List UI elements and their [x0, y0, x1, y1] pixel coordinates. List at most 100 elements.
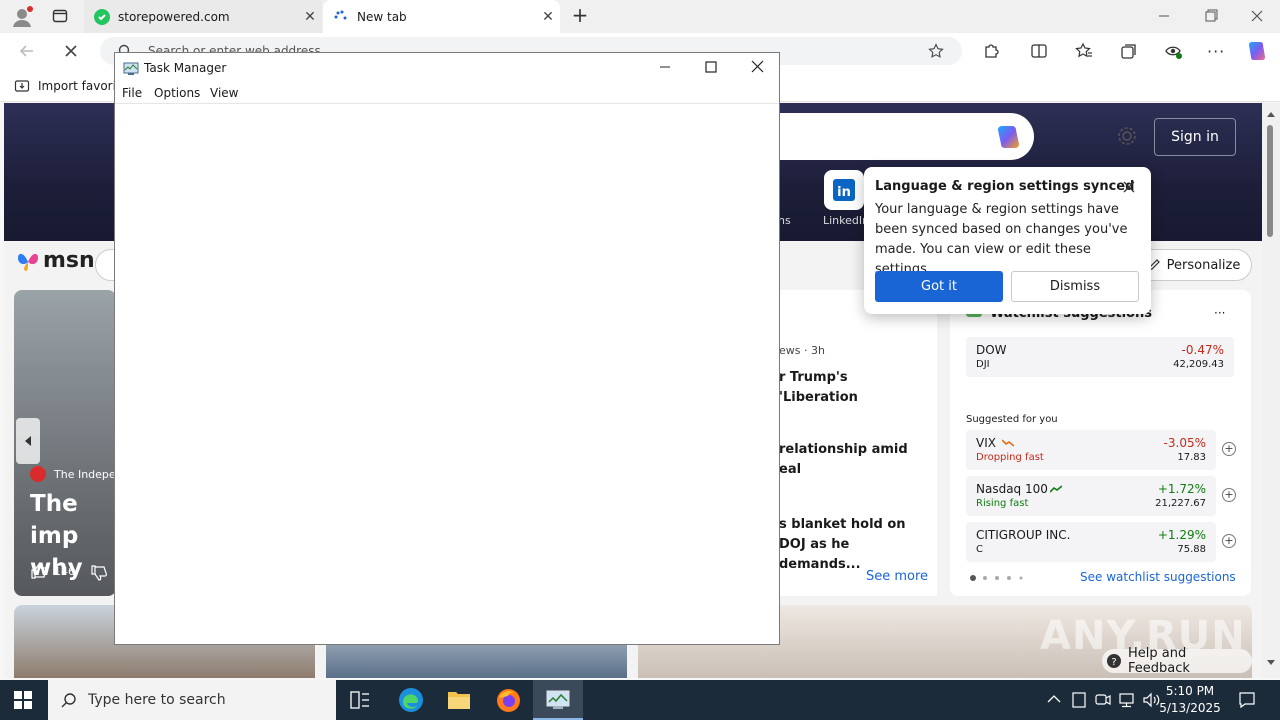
meet-now-icon[interactable] [1095, 692, 1111, 708]
news-source: The Indepe [54, 468, 116, 481]
start-button[interactable] [14, 691, 32, 709]
stock-price: 42,209.43 [1173, 359, 1224, 370]
tab-close-icon[interactable]: ✕ [536, 9, 560, 25]
tm-close-button[interactable] [745, 59, 771, 75]
menu-view[interactable]: View [210, 86, 238, 100]
tablet-icon[interactable] [1072, 692, 1086, 708]
import-favorites-link[interactable]: Import favorite [14, 78, 128, 94]
collections-icon[interactable] [1120, 42, 1138, 60]
menu-divider [115, 103, 779, 104]
notifications-icon[interactable] [1238, 691, 1256, 709]
system-clock[interactable]: 5:10 PM 5/13/2025 [1155, 683, 1225, 717]
got-it-button[interactable]: Got it [875, 271, 1003, 302]
help-feedback-button[interactable]: ? Help and Feedback [1102, 646, 1252, 676]
personalize-label: Personalize [1166, 257, 1241, 273]
browser-essentials-icon[interactable] [1164, 42, 1182, 60]
stock-price: 17.83 [1177, 452, 1206, 463]
suggested-label: Suggested for you [966, 414, 1058, 425]
news-item-1[interactable]: r Trump's 'Liberation [779, 368, 929, 408]
linkedin-icon[interactable]: in [824, 170, 864, 210]
news-item-3[interactable]: s blanket hold on DOJ as he demands... [779, 515, 929, 575]
favorite-star-icon[interactable] [928, 43, 944, 59]
window-minimize-button[interactable] [1150, 8, 1178, 24]
add-to-watchlist-button[interactable]: + [1222, 442, 1236, 456]
network-icon[interactable] [1118, 692, 1136, 708]
clock-date: 5/13/2025 [1159, 701, 1221, 715]
watchlist-more-button[interactable]: ··· [1214, 306, 1225, 320]
tm-maximize-button[interactable] [699, 59, 725, 75]
tm-minimize-button[interactable] [653, 59, 679, 75]
task-manager-app-icon [123, 61, 139, 77]
settings-more-icon[interactable]: ··· [1207, 42, 1225, 61]
menu-options[interactable]: Options [154, 86, 200, 100]
new-tab-button[interactable]: + [569, 5, 591, 27]
pagination-dots[interactable] [970, 575, 1030, 581]
back-icon[interactable] [18, 42, 36, 60]
popup-close-icon[interactable] [1121, 179, 1137, 195]
svg-text:?: ? [1111, 657, 1116, 668]
stock-row-citigroup[interactable]: CITIGROUP INC. C +1.29% 75.88 + [966, 522, 1236, 562]
tab-close-icon[interactable]: ✕ [298, 9, 322, 25]
stock-symbol: DJI [976, 359, 990, 370]
task-manager-window[interactable]: Task Manager File Options View [114, 52, 780, 645]
taskbar-search-icon [61, 692, 77, 708]
popup-body: Your language & region settings have bee… [875, 202, 1128, 277]
split-screen-icon[interactable] [1030, 42, 1048, 60]
msn-logo[interactable]: msn [16, 248, 95, 273]
linkedin-label[interactable]: LinkedIn [823, 214, 869, 227]
copilot-search-icon[interactable] [994, 122, 1024, 152]
add-to-watchlist-button[interactable]: + [1222, 488, 1236, 502]
personalize-button[interactable]: Personalize [1135, 249, 1252, 281]
stock-sub: C [976, 544, 983, 555]
task-view-icon[interactable] [350, 691, 370, 709]
help-icon: ? [1106, 653, 1122, 669]
tab-title: New tab [357, 9, 407, 24]
add-to-watchlist-button[interactable]: + [1222, 534, 1236, 548]
file-explorer-icon[interactable] [447, 689, 471, 711]
menu-file[interactable]: File [122, 86, 142, 100]
news-item-2[interactable]: relationship amid eal [779, 440, 929, 480]
task-manager-taskbar-button[interactable] [533, 680, 583, 720]
scroll-up-arrow-icon[interactable] [1267, 111, 1275, 117]
like-icon[interactable] [30, 562, 48, 580]
extensions-icon[interactable] [982, 42, 1000, 60]
see-more-link[interactable]: See more [866, 569, 928, 584]
taskbar-search-box[interactable]: Type here to search [48, 680, 336, 720]
trend-down-icon [1002, 439, 1014, 447]
stock-row-nasdaq[interactable]: Nasdaq 100 Rising fast +1.72% 21,227.67 … [966, 476, 1236, 516]
carousel-prev-button[interactable] [16, 418, 40, 464]
stock-change: +1.72% [1157, 482, 1206, 496]
tab-new-tab[interactable]: New tab ✕ [323, 0, 560, 33]
see-watchlist-suggestions-link[interactable]: See watchlist suggestions [1080, 570, 1236, 584]
like-count: 146 [54, 565, 75, 578]
stock-row-vix[interactable]: VIX Dropping fast -3.05% 17.83 + [966, 430, 1236, 470]
show-hidden-icons-icon[interactable] [1047, 694, 1061, 704]
window-restore-button[interactable] [1196, 8, 1224, 24]
scrollbar-thumb[interactable] [1267, 125, 1273, 237]
dislike-icon[interactable] [90, 564, 108, 582]
copilot-icon[interactable] [1246, 39, 1270, 63]
dismiss-button[interactable]: Dismiss [1011, 271, 1139, 302]
stock-row-dow[interactable]: DOW DJI -0.47% 42,209.43 [966, 337, 1234, 377]
stock-change: +1.29% [1157, 528, 1206, 542]
favorites-icon[interactable] [1075, 42, 1093, 60]
tab-storepowered[interactable]: storepowered.com ✕ [84, 0, 322, 33]
tab-actions-icon[interactable] [52, 8, 68, 24]
featured-news-card[interactable]: The Indepe The imp why 146 [14, 290, 116, 596]
page-settings-gear-icon[interactable] [1116, 125, 1138, 147]
firefox-icon[interactable] [496, 688, 521, 713]
sign-in-button[interactable]: Sign in [1154, 118, 1236, 156]
stock-price: 75.88 [1177, 544, 1206, 555]
window-close-button[interactable] [1243, 8, 1271, 24]
watchlist-card: Watchlist suggestions ··· DOW DJI -0.47%… [950, 290, 1251, 596]
page-scrollbar[interactable] [1262, 103, 1280, 678]
scroll-down-arrow-icon[interactable] [1267, 660, 1275, 666]
tab-title: storepowered.com [118, 9, 230, 24]
stop-loading-icon[interactable] [62, 42, 80, 60]
profile-avatar[interactable] [10, 5, 34, 29]
settings-synced-popup: Language & region settings synced Your l… [864, 167, 1151, 314]
stock-change: -0.47% [1181, 343, 1224, 357]
browser-tab-bar: storepowered.com ✕ New tab ✕ + [0, 0, 1280, 33]
edge-taskbar-icon[interactable] [398, 687, 424, 713]
msn-butterfly-icon [18, 253, 38, 271]
